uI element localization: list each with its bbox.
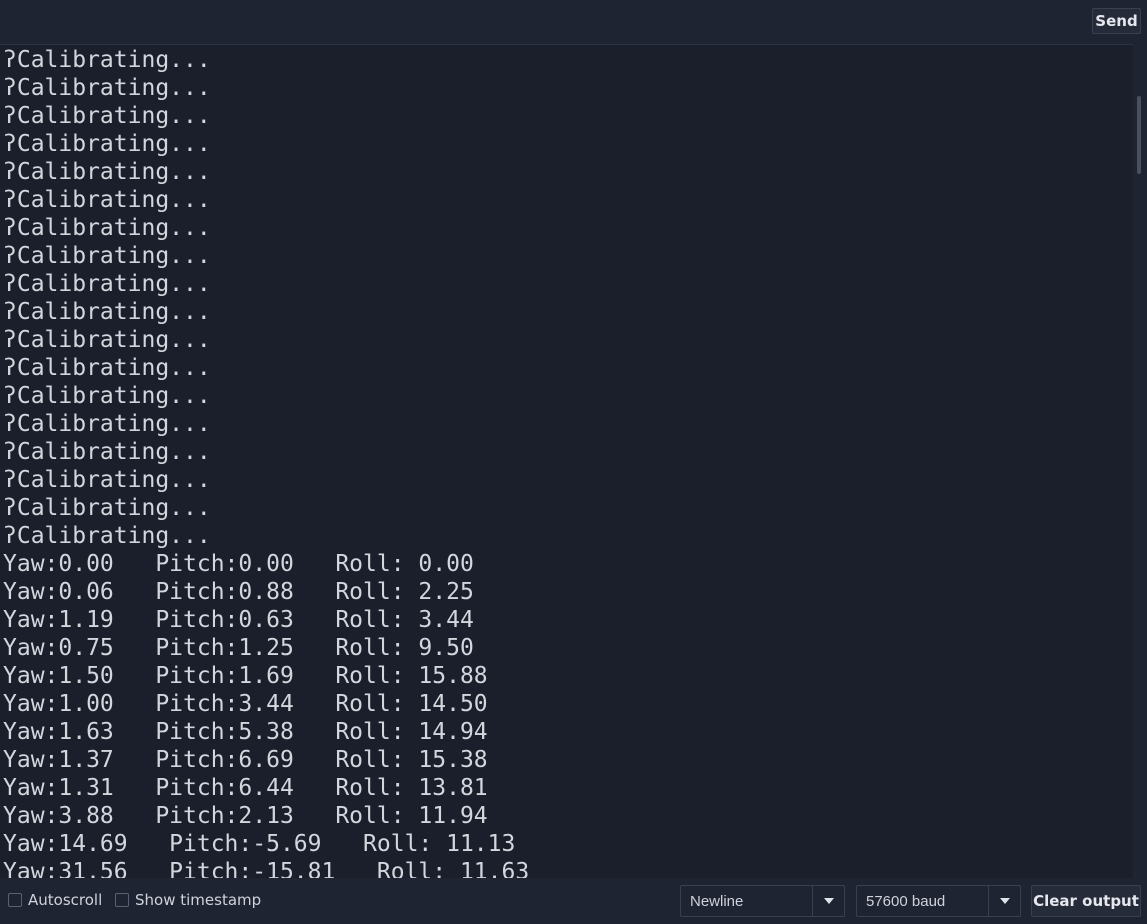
- baud-rate-value: 57600 baud: [866, 892, 946, 910]
- serial-output: ʔCalibrating... ʔCalibrating... ʔCalibrati…: [0, 44, 1133, 878]
- output-line: ʔCalibrating...: [3, 215, 211, 241]
- output-line: ʔCalibrating...: [3, 47, 211, 73]
- output-line: ʔCalibrating...: [3, 131, 211, 157]
- output-line: Yaw:14.69 Pitch:-5.69 Roll: 11.13: [3, 831, 516, 857]
- output-line: Yaw:0.75 Pitch:1.25 Roll: 9.50: [3, 635, 474, 661]
- output-line: ʔCalibrating...: [3, 439, 211, 465]
- output-line: ʔCalibrating...: [3, 355, 211, 381]
- output-line: ʔCalibrating...: [3, 159, 211, 185]
- line-ending-select[interactable]: Newline: [680, 885, 845, 917]
- line-ending-arrow[interactable]: [812, 886, 844, 916]
- output-line: ʔCalibrating...: [3, 495, 211, 521]
- timestamp-label: Show timestamp: [135, 891, 262, 909]
- timestamp-checkbox[interactable]: [115, 893, 129, 907]
- output-line: Yaw:0.06 Pitch:0.88 Roll: 2.25: [3, 579, 474, 605]
- timestamp-toggle[interactable]: Show timestamp: [115, 890, 261, 910]
- baud-rate-select[interactable]: 57600 baud: [856, 885, 1021, 917]
- output-line: ʔCalibrating...: [3, 411, 211, 437]
- output-line: Yaw:0.00 Pitch:0.00 Roll: 0.00: [3, 551, 474, 577]
- output-line: ʔCalibrating...: [3, 271, 211, 297]
- autoscroll-label: Autoscroll: [28, 891, 103, 909]
- baud-rate-arrow[interactable]: [988, 886, 1020, 916]
- autoscroll-toggle[interactable]: Autoscroll: [8, 890, 102, 910]
- chevron-down-icon: [999, 898, 1010, 904]
- output-line: ʔCalibrating...: [3, 299, 211, 325]
- output-line: Yaw:1.63 Pitch:5.38 Roll: 14.94: [3, 719, 488, 745]
- bottom-toolbar: Autoscroll Show timestamp Newline 57600 …: [0, 880, 1147, 924]
- send-button[interactable]: Send: [1092, 8, 1141, 34]
- message-bar: Send: [0, 0, 1147, 42]
- output-line: ʔCalibrating...: [3, 383, 211, 409]
- output-line: ʔCalibrating...: [3, 103, 211, 129]
- serial-monitor-window: Send ʔCalibrating... ʔCalibrating... ʔCali…: [0, 0, 1147, 924]
- output-line: ʔCalibrating...: [3, 467, 211, 493]
- output-line: Yaw:31.56 Pitch:-15.81 Roll: 11.63: [3, 859, 530, 878]
- output-line: ʔCalibrating...: [3, 243, 211, 269]
- line-ending-value: Newline: [690, 892, 744, 910]
- clear-output-button[interactable]: Clear output: [1031, 885, 1141, 917]
- message-input[interactable]: [2, 6, 1088, 36]
- output-line: ʔCalibrating...: [3, 327, 211, 353]
- output-lines: ʔCalibrating... ʔCalibrating... ʔCalibrati…: [3, 45, 1133, 878]
- output-line: ʔCalibrating...: [3, 75, 211, 101]
- output-line: ʔCalibrating...: [3, 187, 211, 213]
- autoscroll-checkbox[interactable]: [8, 893, 22, 907]
- output-line: Yaw:1.37 Pitch:6.69 Roll: 15.38: [3, 747, 488, 773]
- output-line: ʔCalibrating...: [3, 523, 211, 549]
- chevron-down-icon: [823, 898, 834, 904]
- output-line: Yaw:1.31 Pitch:6.44 Roll: 13.81: [3, 775, 488, 801]
- output-line: Yaw:1.19 Pitch:0.63 Roll: 3.44: [3, 607, 474, 633]
- output-line: Yaw:3.88 Pitch:2.13 Roll: 11.94: [3, 803, 488, 829]
- output-line: Yaw:1.50 Pitch:1.69 Roll: 15.88: [3, 663, 488, 689]
- output-scrollbar-thumb[interactable]: [1137, 96, 1141, 174]
- output-line: Yaw:1.00 Pitch:3.44 Roll: 14.50: [3, 691, 488, 717]
